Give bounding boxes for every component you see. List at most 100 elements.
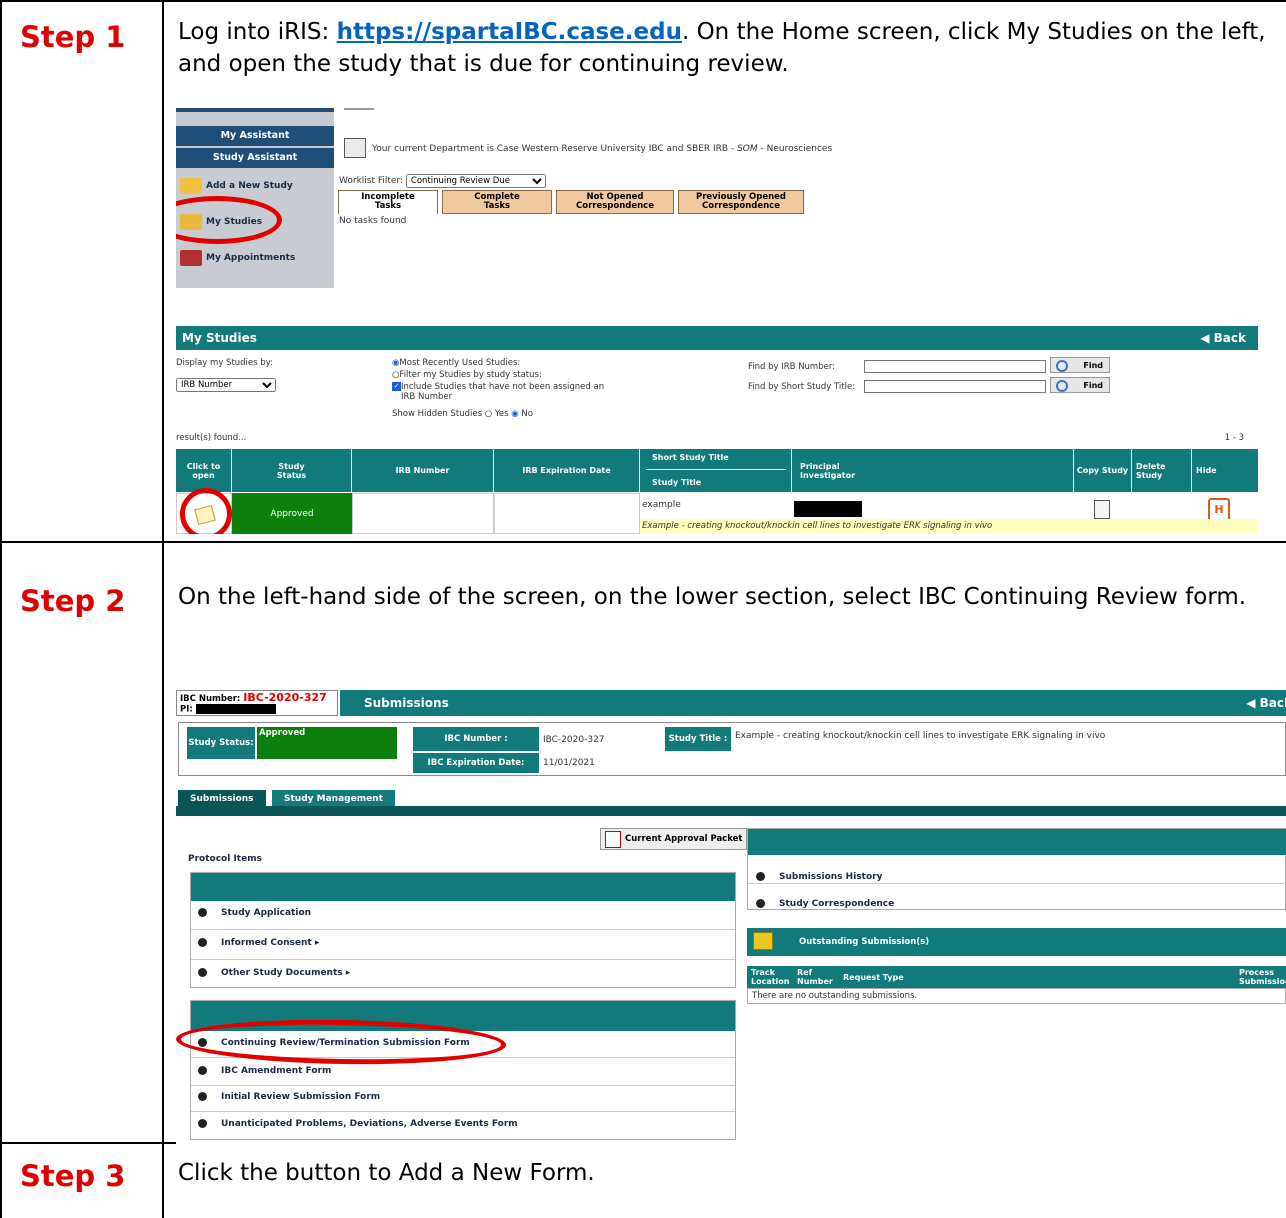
outstanding-body: There are no outstanding submissions. xyxy=(747,988,1286,1004)
find-title-label: Find by Short Study Title: xyxy=(748,382,856,392)
short-title-cell: example xyxy=(642,500,681,510)
study-title-label: Study Title : xyxy=(665,727,731,751)
irb-expiration-cell xyxy=(494,493,640,534)
submission-tabs: Submissions Study Management xyxy=(176,790,1286,808)
submissions-title: Submissions xyxy=(364,696,449,710)
back-button[interactable]: ◀ Back xyxy=(1200,326,1246,350)
protocol-items-heading: Protocol Items xyxy=(188,854,262,864)
department-icon xyxy=(344,138,366,158)
col-click-to-open: Click to open xyxy=(176,449,232,492)
col-pi: Principal Investigator xyxy=(792,449,1074,492)
highlight-circle-open-study xyxy=(180,488,232,534)
display-by: IRB Number xyxy=(176,378,276,392)
study-info-box: Study Status: Approved IBC Number : IBC-… xyxy=(178,722,1286,776)
study-title-value: Example - creating knockout/knockin cell… xyxy=(735,731,1106,741)
show-hidden-yes[interactable]: ○ Yes xyxy=(485,409,509,419)
studies-table-header: Click to open Study Status IRB Number IRB … xyxy=(176,449,1258,492)
radio-recent[interactable]: ◉Most Recently Used Studies: xyxy=(392,358,520,368)
table-border-row1 xyxy=(0,541,1286,543)
worklist-filter-select[interactable]: Continuing Review Due xyxy=(405,174,546,188)
display-by-select[interactable]: IRB Number xyxy=(176,378,276,392)
find-irb-button[interactable]: Find xyxy=(1050,357,1110,373)
tab-incomplete-tasks[interactable]: Incomplete Tasks xyxy=(338,190,438,214)
step-2-instruction: On the left-hand side of the screen, on … xyxy=(178,584,1247,610)
no-outstanding-text: There are no outstanding submissions. xyxy=(752,991,918,1001)
study-status-value: Approved xyxy=(257,727,397,759)
add-new-study-link[interactable]: Add a New Study xyxy=(180,174,293,198)
step-1-instruction: Log into iRIS: https://spartaIBC.case.ed… xyxy=(178,19,1266,77)
tab-complete-tasks[interactable]: Complete Tasks xyxy=(442,190,552,214)
find-irb-input[interactable] xyxy=(864,360,1046,373)
irb-number-cell xyxy=(352,493,494,534)
my-appointments-link[interactable]: My Appointments xyxy=(180,246,295,270)
my-assistant-item[interactable]: My Assistant xyxy=(176,126,334,146)
my-studies-title: My Studies xyxy=(182,331,257,345)
study-application-link[interactable]: Study Application xyxy=(198,908,311,918)
tab-not-opened[interactable]: Not Opened Correspondence xyxy=(556,190,674,214)
ibc-number-box: IBC Number: IBC-2020-327 PI: xyxy=(176,690,338,716)
department-text: Your current Department is Case Western … xyxy=(372,144,833,154)
other-study-documents-link[interactable]: Other Study Documents ▸ xyxy=(198,968,350,978)
col-irb-number: IRB Number xyxy=(352,449,494,492)
table-border-left xyxy=(0,0,2,1218)
step-3-instruction: Click the button to Add a New Form. xyxy=(178,1160,595,1186)
radio-filter[interactable]: ○Filter my Studies by study status: xyxy=(392,370,542,380)
envelope-icon xyxy=(753,932,773,950)
submissions-header: Submissions ◀ Back xyxy=(340,690,1286,716)
study-assistant-item[interactable]: Study Assistant xyxy=(176,148,334,168)
expiration-label: IBC Expiration Date: xyxy=(413,753,539,773)
my-studies-header: My Studies ◀ Back xyxy=(176,326,1258,350)
folder-add-icon xyxy=(180,177,202,194)
display-by-label: Display my Studies by: xyxy=(176,358,273,368)
login-link[interactable]: https://spartaIBC.case.edu xyxy=(337,19,682,45)
unanticipated-problems-form-link[interactable]: Unanticipated Problems, Deviations, Adve… xyxy=(198,1119,518,1129)
col-copy-study: Copy Study xyxy=(1074,449,1132,492)
initial-review-form-link[interactable]: Initial Review Submission Form xyxy=(198,1092,380,1102)
informed-consent-link[interactable]: Informed Consent ▸ xyxy=(198,938,319,948)
tab-previously-opened[interactable]: Previously Opened Correspondence xyxy=(678,190,804,214)
expand-arrow-icon: ▸ xyxy=(345,968,351,978)
step-3-label: Step 3 xyxy=(20,1159,126,1193)
magnifier-icon xyxy=(1056,380,1068,392)
show-hidden-no[interactable]: ◉ No xyxy=(511,409,533,419)
ibc-amendment-form-link[interactable]: IBC Amendment Form xyxy=(198,1066,331,1076)
study-correspondence-link[interactable]: Study Correspondence xyxy=(756,899,894,909)
history-box xyxy=(747,828,1286,910)
step-2-label: Step 2 xyxy=(20,584,126,618)
results-count: result(s) found... xyxy=(176,433,247,443)
ibc-number-label: IBC Number : xyxy=(413,727,539,751)
current-approval-packet-button[interactable]: Current Approval Packet xyxy=(600,828,748,850)
col-irb-expiration: IRB Expiration Date xyxy=(494,449,640,492)
study-title-cell: Example - creating knockout/knockin cell… xyxy=(640,519,1258,534)
col-delete-study: Delete Study xyxy=(1132,449,1192,492)
pi-redacted xyxy=(195,704,276,714)
expand-arrow-icon: ▸ xyxy=(314,938,320,948)
table-border-middle xyxy=(162,0,164,1218)
magnifier-icon xyxy=(1056,360,1068,372)
show-hidden-studies: Show Hidden Studies ○ Yes ◉ No xyxy=(392,409,533,419)
outstanding-table-header: Track Location Ref Number Request Type Pro… xyxy=(747,966,1286,988)
col-hide: Hide xyxy=(1196,466,1217,475)
find-title-button[interactable]: Find xyxy=(1050,377,1110,393)
no-tasks-text: No tasks found xyxy=(339,216,407,226)
find-irb-label: Find by IRB Number: xyxy=(748,362,836,372)
table-border-top xyxy=(0,0,1286,2)
submissions-screenshot: IBC Number: IBC-2020-327 PI: Submissions… xyxy=(176,688,1286,1158)
step-1-label: Step 1 xyxy=(20,20,126,54)
outstanding-header: Outstanding Submission(s) xyxy=(747,928,1286,956)
worklist-filter: Worklist Filter: Continuing Review Due xyxy=(339,174,546,188)
include-unassigned-checkbox[interactable]: ✓ Include Studies that have not been assi… xyxy=(392,382,604,402)
task-tabs: Incomplete Tasks Complete Tasks Not Opened… xyxy=(338,190,804,214)
col-study-status: Study Status xyxy=(232,449,352,492)
study-status-label: Study Status: xyxy=(187,727,255,759)
find-title-input[interactable] xyxy=(864,380,1046,393)
pi-redacted xyxy=(794,501,862,517)
my-studies-screenshot: My Assistant Study Assistant Add a New S… xyxy=(176,108,1258,534)
status-badge: Approved xyxy=(232,493,352,534)
submissions-history-link[interactable]: Submissions History xyxy=(756,872,882,882)
back-button[interactable]: ◀ Back xyxy=(1246,690,1286,716)
copy-study-icon[interactable] xyxy=(1094,500,1110,519)
calendar-icon xyxy=(180,249,202,266)
pdf-icon xyxy=(605,831,621,848)
results-range: 1 - 3 xyxy=(1224,433,1244,443)
